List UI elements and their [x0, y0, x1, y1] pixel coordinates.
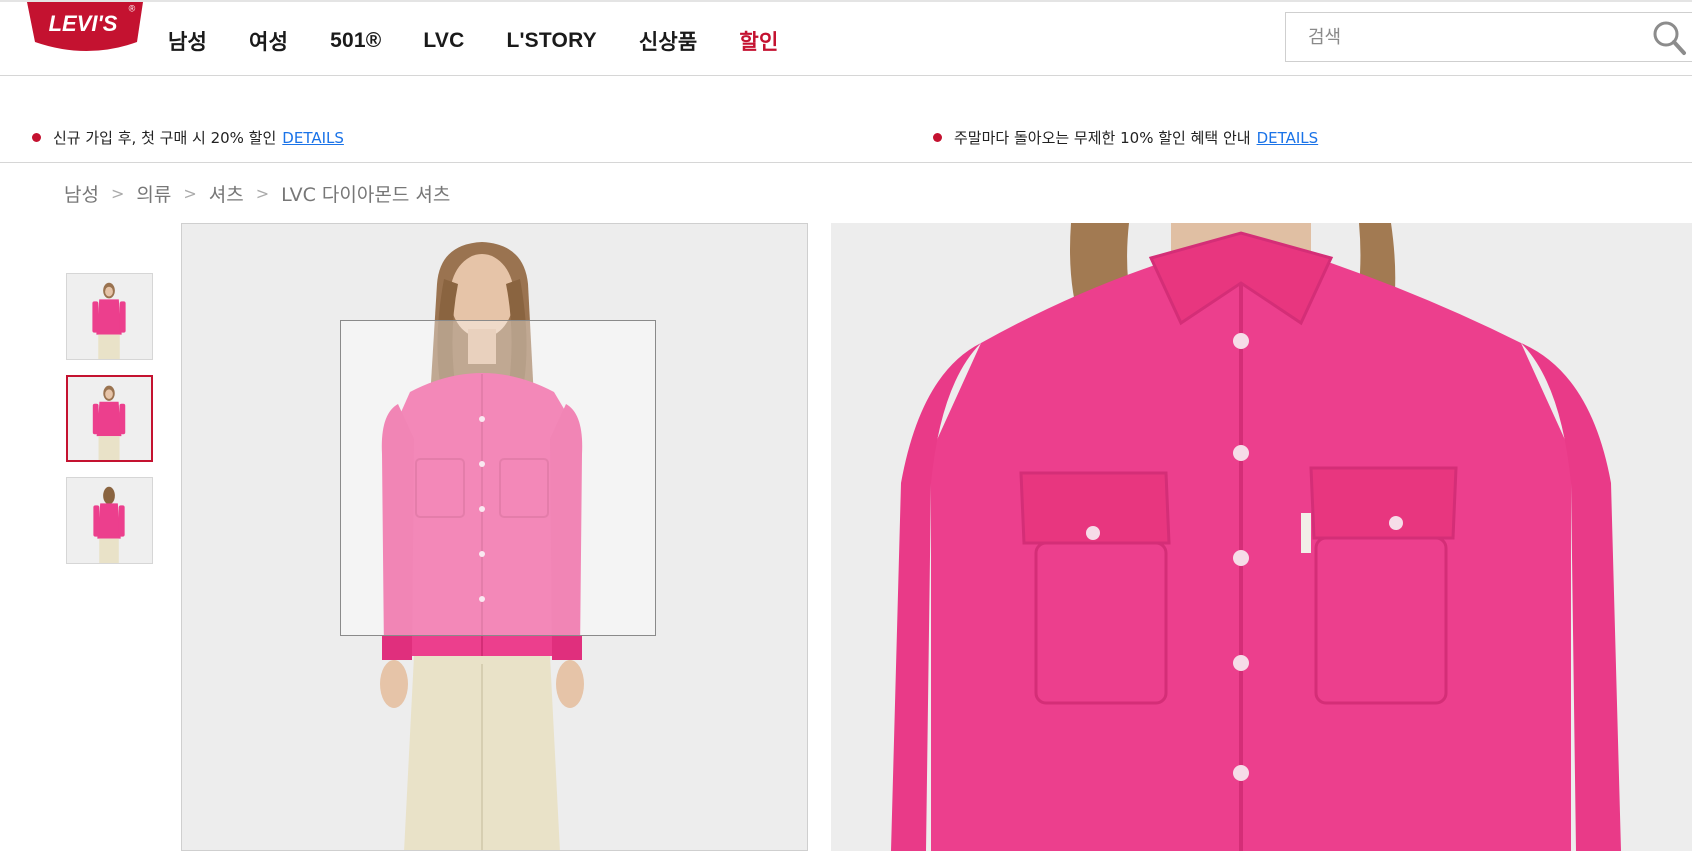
breadcrumb-men[interactable]: 남성 — [64, 180, 99, 207]
nav-item-sale[interactable]: 할인 — [739, 26, 778, 56]
nav-item-women[interactable]: 여성 — [249, 26, 288, 56]
zoom-lens[interactable] — [340, 320, 656, 636]
promo-bar: 신규 가입 후, 첫 구매 시 20% 할인 DETAILS 주말마다 돌아오는… — [0, 76, 1692, 163]
promo-details-link[interactable]: DETAILS — [1257, 129, 1319, 147]
breadcrumb-current-product: LVC 다이아몬드 셔츠 — [281, 184, 451, 206]
search-box — [1285, 12, 1692, 62]
search-input[interactable] — [1286, 13, 1692, 61]
main-product-image[interactable] — [181, 223, 808, 851]
promo-text: 주말마다 돌아오는 무제한 10% 할인 혜택 안내 — [954, 129, 1251, 147]
levis-logo[interactable]: LEVI'S ® — [25, 1, 149, 54]
nav-item-men[interactable]: 남성 — [168, 26, 207, 56]
breadcrumb-separator: > — [183, 184, 197, 203]
breadcrumb-shirts[interactable]: 셔츠 — [209, 180, 244, 207]
breadcrumb-clothing[interactable]: 의류 — [136, 180, 171, 207]
breadcrumb-separator: > — [255, 184, 270, 203]
logo-text: LEVI'S — [49, 11, 118, 36]
search-icon[interactable] — [1651, 19, 1687, 57]
site-header: LEVI'S ® 남성 여성 501® LVC L'STORY 신상품 할인 — [0, 1, 1692, 76]
nav-item-lstory[interactable]: L'STORY — [506, 29, 596, 53]
bullet-dot — [32, 133, 41, 142]
nav-item-lvc[interactable]: LVC — [423, 29, 464, 53]
promo-new-member: 신규 가입 후, 첫 구매 시 20% 할인 DETAILS — [32, 127, 344, 148]
zoom-preview — [831, 223, 1692, 851]
nav-item-501[interactable]: 501® — [330, 29, 381, 53]
breadcrumb-separator: > — [110, 184, 125, 203]
zoomed-shirt-photo — [831, 223, 1692, 851]
thumbnail-front-2-selected[interactable] — [66, 375, 153, 462]
promo-details-link[interactable]: DETAILS — [282, 129, 344, 147]
bullet-dot — [933, 133, 942, 142]
promo-weekend: 주말마다 돌아오는 무제한 10% 할인 혜택 안내 DETAILS — [933, 127, 1318, 148]
thumbnail-front-1[interactable] — [66, 273, 153, 360]
thumbnail-back[interactable] — [66, 477, 153, 564]
registered-mark: ® — [129, 4, 136, 14]
main-nav: 남성 여성 501® LVC L'STORY 신상품 할인 — [168, 26, 820, 56]
nav-item-new-arrivals[interactable]: 신상품 — [639, 26, 698, 56]
breadcrumb: 남성 > 의류 > 셔츠 > LVC 다이아몬드 셔츠 — [64, 180, 450, 207]
promo-text: 신규 가입 후, 첫 구매 시 20% 할인 — [53, 129, 277, 147]
